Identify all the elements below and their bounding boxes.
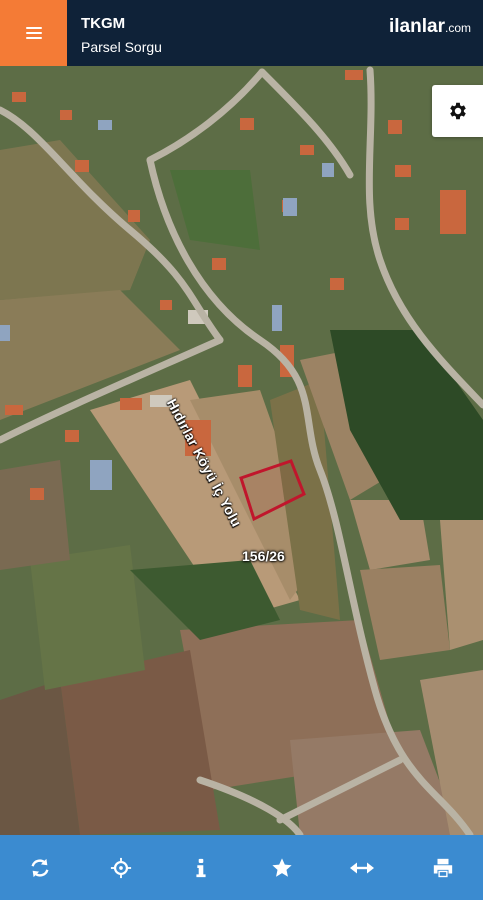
refresh-icon bbox=[31, 858, 49, 877]
arrows-horizontal-icon bbox=[350, 862, 375, 873]
title-block: TKGM Parsel Sorgu bbox=[81, 14, 162, 57]
refresh-button[interactable] bbox=[10, 835, 70, 900]
brand-suffix: .com bbox=[444, 21, 471, 35]
locate-button[interactable] bbox=[91, 835, 151, 900]
print-icon bbox=[433, 858, 452, 877]
crosshair-icon bbox=[110, 857, 131, 878]
app-title: TKGM bbox=[81, 15, 126, 32]
print-button[interactable] bbox=[413, 835, 473, 900]
parcel-label: 156/26 bbox=[242, 548, 285, 564]
star-icon bbox=[272, 857, 292, 877]
gear-icon bbox=[449, 102, 466, 120]
map-imagery bbox=[0, 66, 483, 835]
favorite-button[interactable] bbox=[252, 835, 312, 900]
info-icon bbox=[196, 858, 206, 877]
app-subtitle: Parsel Sorgu bbox=[81, 39, 162, 55]
satellite-map[interactable]: Hıdırlar Köyü İç Yolu 156/26 bbox=[0, 66, 483, 835]
brand-name: ilanlar bbox=[389, 16, 445, 37]
settings-button[interactable] bbox=[432, 85, 483, 137]
info-button[interactable] bbox=[171, 835, 231, 900]
bottom-toolbar bbox=[0, 835, 483, 900]
measure-button[interactable] bbox=[332, 835, 392, 900]
hamburger-icon bbox=[25, 26, 42, 40]
app-header: TKGM Parsel Sorgu ilanlar.com bbox=[0, 0, 483, 66]
brand-logo: ilanlar.com bbox=[389, 16, 471, 38]
menu-button[interactable] bbox=[0, 0, 67, 66]
